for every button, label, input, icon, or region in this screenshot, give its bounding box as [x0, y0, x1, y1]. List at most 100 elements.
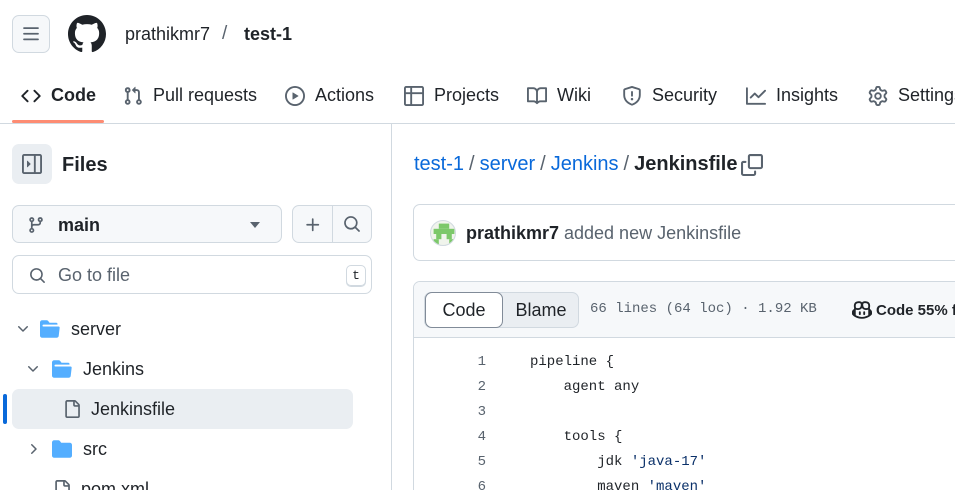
tree-item-label: Jenkins: [83, 358, 145, 379]
tree-item-label: pom.xml: [81, 478, 150, 490]
tree-item-label: src: [83, 438, 107, 459]
commit-message-link[interactable]: added new Jenkinsfile: [564, 223, 741, 244]
code-icon: [21, 89, 41, 102]
line-number[interactable]: 1: [414, 354, 486, 370]
view-mode-toggle: Code Blame: [424, 292, 579, 328]
tab-label: Code: [51, 85, 96, 105]
code-line: 6 maven 'maven': [414, 475, 955, 490]
tab-wiki[interactable]: Wiki: [527, 68, 591, 123]
tab-projects[interactable]: Projects: [404, 68, 499, 123]
branch-name: main: [58, 215, 101, 235]
tab-label: Actions: [315, 85, 375, 105]
sidebar-collapse-icon: [22, 154, 42, 174]
chevron-right-icon: [31, 444, 37, 454]
folder-icon: [52, 440, 72, 458]
tab-label: Wiki: [557, 85, 591, 105]
tree-item-pom-xml[interactable]: pom.xml: [53, 469, 149, 490]
plus-icon: [306, 218, 320, 232]
breadcrumb-current-file: Jenkinsfile: [634, 153, 738, 175]
play-icon: [285, 85, 305, 106]
search-icon: [344, 216, 360, 232]
folder-open-icon: [52, 360, 72, 378]
selected-indicator-bar: [3, 394, 7, 424]
code-keyword: jdk: [530, 454, 631, 470]
branch-selector[interactable]: main: [12, 205, 282, 243]
copy-path-button[interactable]: [741, 154, 763, 181]
search-code-button[interactable]: [333, 206, 371, 242]
code-line: 2 agent any: [414, 375, 955, 400]
hamburger-icon: [23, 27, 39, 41]
avatar[interactable]: [430, 220, 456, 246]
app-header: prathikmr7 / test-1: [0, 0, 955, 68]
code-text: maven 'maven': [530, 479, 706, 490]
git-pull-request-icon: [124, 86, 142, 105]
tab-insights[interactable]: Insights: [746, 68, 838, 123]
code-line: 4 tools {: [414, 425, 955, 450]
tab-label: Security: [652, 85, 718, 105]
tree-item-jenkins[interactable]: Jenkins: [25, 349, 144, 389]
identicon-icon: [433, 223, 455, 245]
tab-code[interactable]: Code: [21, 68, 96, 123]
repo-link[interactable]: test-1: [244, 24, 292, 45]
collapse-sidebar-button[interactable]: [12, 144, 52, 184]
tab-security[interactable]: Security: [622, 68, 717, 123]
line-number[interactable]: 4: [414, 429, 486, 445]
line-number[interactable]: 3: [414, 404, 486, 420]
commit-author-link[interactable]: prathikmr7: [466, 223, 559, 244]
repo-tab-nav: Code Pull requests Actions Projects Wiki…: [0, 68, 955, 124]
code-text: agent any: [530, 379, 640, 395]
code-string: 'java-17': [630, 454, 707, 470]
github-logo-icon[interactable]: [68, 15, 106, 53]
tab-settings[interactable]: Settings: [868, 68, 955, 123]
graph-icon: [746, 86, 766, 105]
code-stat-badge[interactable]: Code 55% f: [852, 300, 955, 320]
file-path-breadcrumb: test-1/server / Jenkins / Jenkinsfile: [414, 153, 738, 176]
tab-label: Projects: [434, 85, 500, 105]
gear-icon: [868, 85, 888, 106]
search-icon: [30, 268, 45, 283]
breadcrumb-link-repo[interactable]: test-1: [414, 153, 464, 175]
go-to-file-input[interactable]: [58, 264, 338, 286]
chevron-down-icon: [28, 366, 38, 372]
tree-item-label: Jenkinsfile: [91, 398, 176, 419]
file-actions-group: [292, 205, 372, 243]
copilot-icon: [852, 301, 872, 319]
tree-item-src[interactable]: src: [25, 429, 107, 469]
go-to-file-search[interactable]: t: [12, 255, 372, 294]
breadcrumb-separator: /: [540, 153, 546, 175]
owner-link[interactable]: prathikmr7: [125, 24, 210, 45]
copy-icon: [741, 154, 763, 176]
code-keyword: maven: [530, 479, 648, 490]
code-view: 1 pipeline { 2 agent any 3 4 tools { 5 j…: [414, 339, 955, 490]
file-icon: [65, 400, 80, 418]
caret-down-icon: [250, 222, 260, 228]
tab-pull-requests[interactable]: Pull requests: [123, 68, 257, 123]
code-text: jdk 'java-17': [530, 454, 706, 470]
file-tree-sidebar: Files main t server Jenkins Jenkinsfile: [0, 124, 392, 490]
tab-actions[interactable]: Actions: [285, 68, 374, 123]
line-number[interactable]: 6: [414, 479, 486, 490]
code-text: pipeline {: [530, 354, 615, 370]
breadcrumb-separator: /: [222, 23, 228, 44]
add-file-button[interactable]: [293, 206, 332, 242]
code-line: 5 jdk 'java-17': [414, 450, 955, 475]
tab-label: Pull requests: [153, 85, 258, 105]
git-branch-icon: [29, 217, 43, 233]
code-string: 'maven': [647, 479, 707, 490]
breadcrumb-link-server[interactable]: server: [480, 153, 536, 175]
blame-view-button[interactable]: Blame: [503, 293, 579, 327]
breadcrumb-link-jenkins[interactable]: Jenkins: [551, 153, 619, 175]
breadcrumb-separator: /: [623, 153, 630, 175]
menu-button[interactable]: [12, 15, 50, 53]
code-view-button[interactable]: Code: [425, 292, 503, 328]
folder-open-icon: [40, 320, 60, 338]
code-line: 1 pipeline {: [414, 350, 955, 375]
file-viewer-header: Code Blame 66 lines (64 loc) · 1.92 KB C…: [414, 282, 955, 338]
tree-item-jenkinsfile[interactable]: Jenkinsfile: [63, 389, 175, 429]
latest-commit-box: prathikmr7 added new Jenkinsfile: [413, 204, 955, 261]
shield-icon: [623, 85, 641, 106]
line-number[interactable]: 2: [414, 379, 486, 395]
line-number[interactable]: 5: [414, 454, 486, 470]
file-viewer: Code Blame 66 lines (64 loc) · 1.92 KB C…: [413, 281, 955, 490]
tree-item-server[interactable]: server: [15, 309, 121, 349]
